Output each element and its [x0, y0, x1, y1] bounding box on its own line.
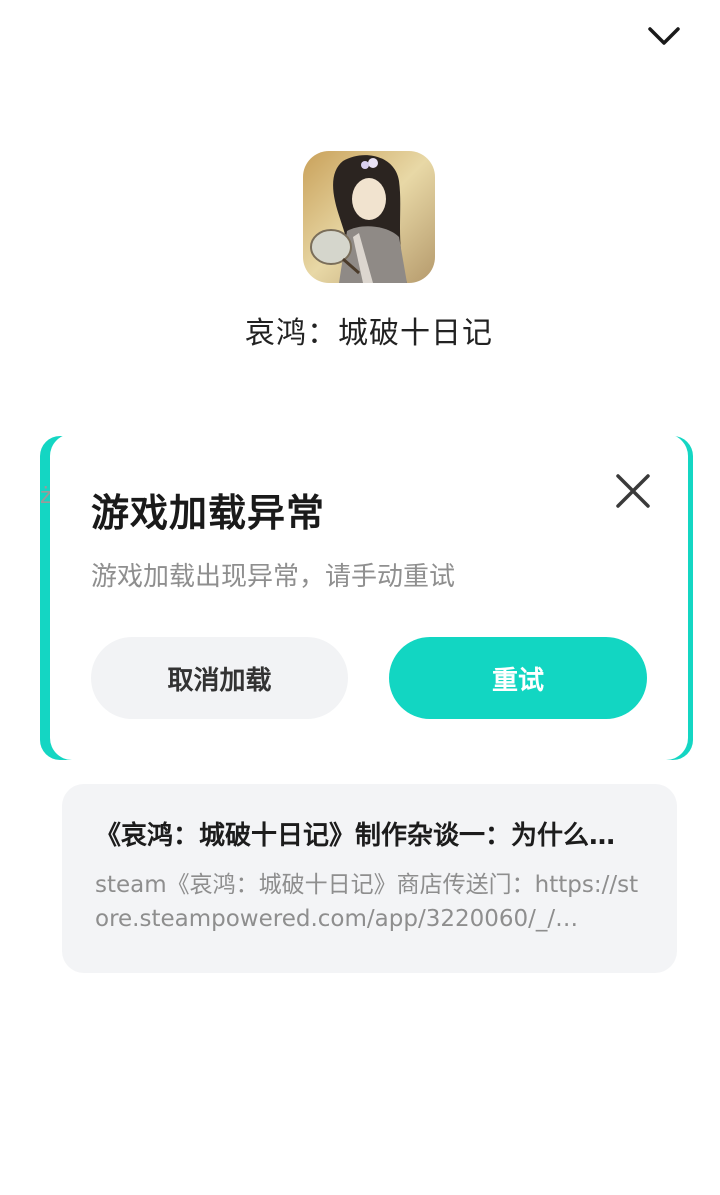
collapse-button[interactable]: [640, 14, 688, 58]
close-icon: [616, 474, 650, 508]
article-title: 《哀鸿：城破十日记》制作杂谈一：为什么…: [95, 821, 616, 851]
article-card[interactable]: 《哀鸿：城破十日记》制作杂谈一：为什么… steam《哀鸿：城破十日记》商店传送…: [62, 784, 677, 973]
dialog-message: 游戏加载出现异常，请手动重试: [91, 562, 456, 592]
game-title: 哀鸿：城破十日记: [245, 316, 493, 351]
retry-button[interactable]: 重试: [389, 637, 647, 719]
article-summary: steam《哀鸿：城破十日记》商店传送门：https://store.steam…: [95, 872, 639, 932]
dialog-title: 游戏加载异常: [91, 491, 326, 535]
chevron-down-icon: [648, 27, 680, 45]
game-cover-icon: [303, 151, 435, 283]
dialog-close-button[interactable]: [610, 468, 656, 514]
cancel-load-button[interactable]: 取消加载: [91, 637, 348, 719]
load-error-dialog: 游戏加载异常 游戏加载出现异常，请手动重试 取消加载 重试: [50, 434, 688, 760]
